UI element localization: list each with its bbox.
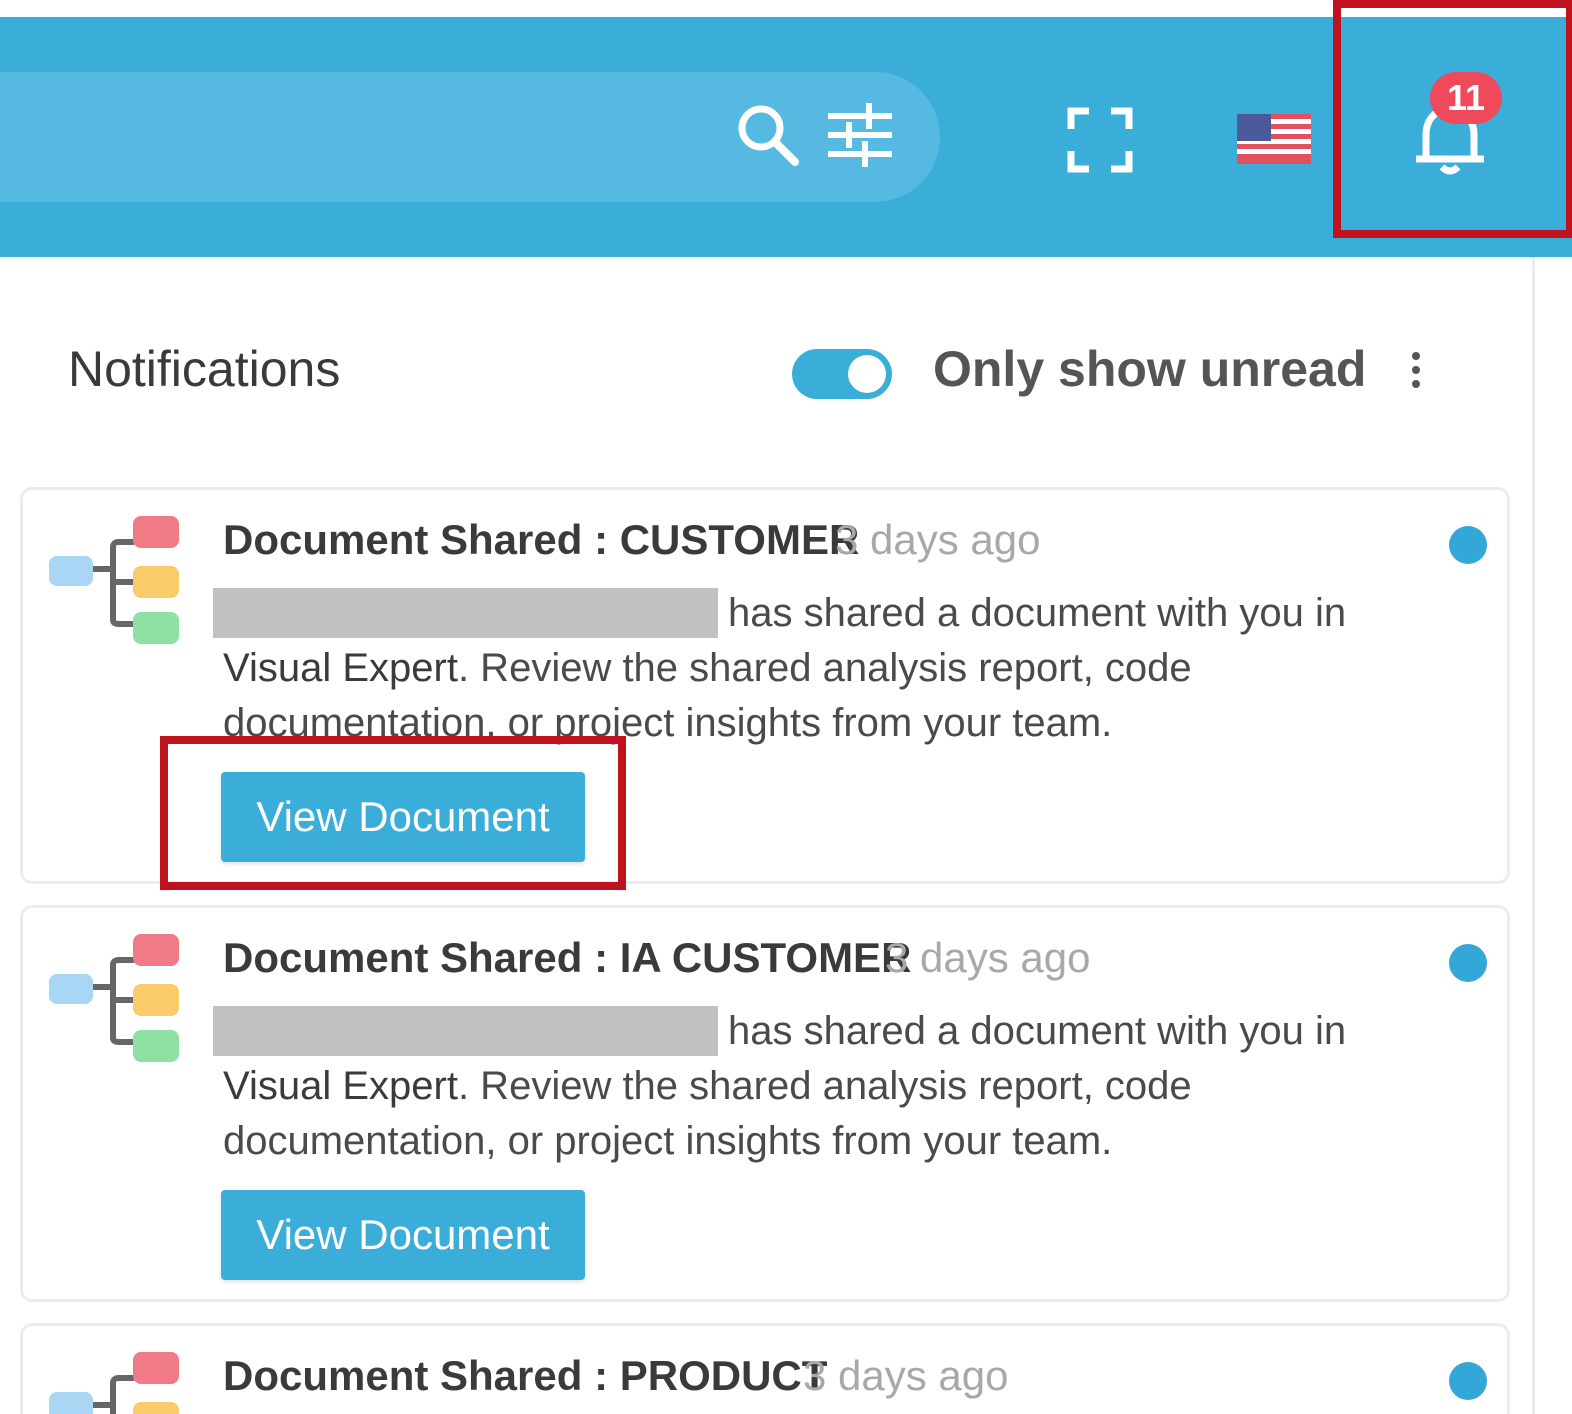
search-icon[interactable] xyxy=(728,95,808,175)
notification-card[interactable]: Document Shared : PRODUCT 3 days ago xyxy=(20,1323,1510,1414)
notification-time: 3 days ago xyxy=(803,1352,1009,1399)
only-unread-label: Only show unread xyxy=(933,341,1367,397)
unread-indicator[interactable] xyxy=(1449,1362,1487,1400)
brand-name: Visual Expert xyxy=(223,1064,458,1108)
notification-title: Document Shared : IA CUSTOMER xyxy=(223,934,912,981)
more-vertical-icon[interactable] xyxy=(1398,345,1434,395)
notification-count-badge: 11 xyxy=(1430,72,1502,124)
notification-card[interactable]: Document Shared : IA CUSTOMER 3 days ago… xyxy=(20,905,1510,1302)
notifications-screen: 11 Notifications Only show unread Docume… xyxy=(0,0,1572,1414)
view-document-button[interactable]: View Document xyxy=(221,772,585,862)
unread-indicator[interactable] xyxy=(1449,944,1487,982)
view-document-button[interactable]: View Document xyxy=(221,1190,585,1280)
unread-indicator[interactable] xyxy=(1449,526,1487,564)
panel-border xyxy=(1532,257,1535,1414)
mind-map-icon xyxy=(47,1348,182,1414)
notification-time: 3 days ago xyxy=(885,934,1091,981)
us-flag-icon[interactable] xyxy=(1236,113,1312,165)
mind-map-icon xyxy=(47,512,182,647)
notification-message: has shared a document with you in Visual… xyxy=(223,591,1347,745)
notification-title: Document Shared : PRODUCT xyxy=(223,1352,828,1399)
filter-sliders-icon[interactable] xyxy=(820,95,900,175)
mind-map-icon xyxy=(47,930,182,1065)
notification-time: 3 days ago xyxy=(835,516,1041,563)
notification-message: has shared a document with you in Visual… xyxy=(223,1009,1347,1163)
only-unread-toggle[interactable] xyxy=(792,349,892,399)
toggle-knob xyxy=(848,355,886,393)
fullscreen-icon[interactable] xyxy=(1060,100,1140,180)
brand-name: Visual Expert xyxy=(223,646,458,690)
panel-title: Notifications xyxy=(68,341,341,397)
notification-title: Document Shared : CUSTOMER xyxy=(223,516,860,563)
notification-card[interactable]: Document Shared : CUSTOMER 3 days ago ha… xyxy=(20,487,1510,884)
